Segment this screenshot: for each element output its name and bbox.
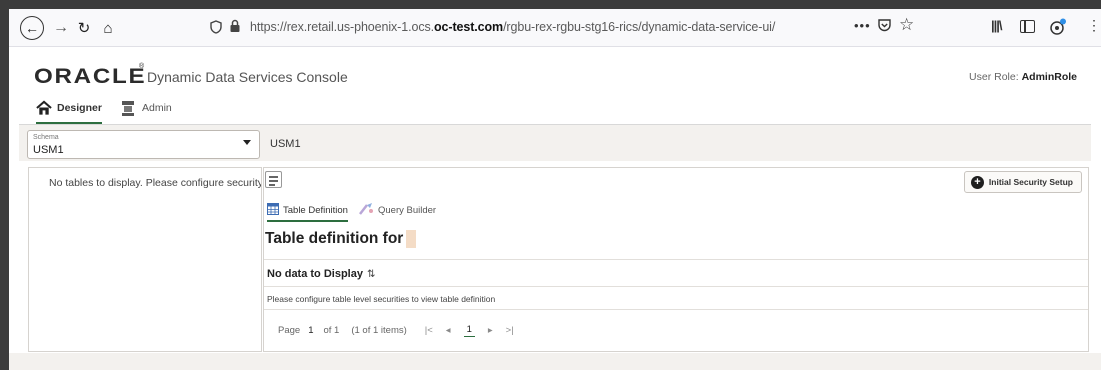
oracle-logo: ORACLE: [34, 65, 147, 88]
initial-security-setup-button[interactable]: + Initial Security Setup: [963, 171, 1082, 193]
reload-icon[interactable]: ↻: [73, 17, 95, 39]
browser-toolbar: ← → ↻ ⌂ https://rex.retail.us-phoenix-1.…: [9, 9, 1101, 47]
plus-circle-icon: +: [970, 175, 984, 189]
tab-designer-label: Designer: [57, 102, 102, 114]
back-arrow-icon[interactable]: ←: [20, 16, 44, 40]
bookmark-star-icon[interactable]: ☆: [899, 15, 914, 35]
pagination: Page 1 of 1 (1 of 1 items) |< ◂ 1 ▸ >|: [278, 324, 527, 337]
tab-query-builder[interactable]: Query Builder: [359, 199, 436, 221]
url-prefix: https://rex.retail.us-phoenix-1.ocs.: [250, 20, 434, 34]
table-name-placeholder: [406, 230, 417, 248]
browser-menu-icon[interactable]: ⋮: [1087, 17, 1101, 34]
grid-header-label[interactable]: No data to Display ⇅: [267, 268, 375, 280]
page-actions-icon[interactable]: •••: [854, 18, 871, 33]
page-label: Page: [278, 325, 301, 336]
previous-page-icon[interactable]: ◂: [446, 325, 451, 336]
tab-table-definition[interactable]: Table Definition: [267, 199, 348, 222]
library-icon[interactable]: |||\: [991, 18, 1002, 33]
extension-icon[interactable]: [1049, 18, 1067, 36]
user-role: User Role: AdminRole: [969, 71, 1077, 83]
no-tables-message: No tables to display. Please configure s…: [49, 177, 262, 189]
tab-table-definition-label: Table Definition: [283, 204, 348, 216]
table-icon: [267, 202, 279, 218]
initial-security-setup-label: Initial Security Setup: [988, 177, 1073, 187]
table-definition-heading: Table definition for: [265, 230, 404, 248]
grid-message: Please configure table level securities …: [267, 294, 496, 304]
forward-arrow-icon[interactable]: →: [50, 17, 72, 39]
no-data-label: No data to Display: [267, 268, 363, 280]
admin-icon: [121, 100, 137, 116]
table-definition-panel: + Initial Security Setup Table Definitio…: [263, 167, 1089, 352]
sort-icon[interactable]: ⇅: [367, 269, 375, 280]
tab-admin-label: Admin: [142, 102, 172, 114]
sidebar-toggle-icon[interactable]: [1020, 20, 1035, 33]
tab-admin[interactable]: Admin: [121, 92, 172, 124]
schema-label: Schema: [33, 134, 59, 141]
page-number-input[interactable]: 1: [308, 325, 313, 336]
registered-mark: ®: [139, 63, 145, 70]
lock-icon[interactable]: [229, 19, 243, 35]
current-page-button[interactable]: 1: [463, 324, 475, 337]
pocket-icon[interactable]: [877, 18, 893, 34]
grid-header: No data to Display ⇅: [264, 259, 1088, 287]
url-domain: oc-test.com: [434, 20, 504, 34]
chevron-down-icon[interactable]: [243, 140, 251, 145]
address-bar[interactable]: https://rex.retail.us-phoenix-1.ocs.oc-t…: [250, 20, 775, 34]
page-count: of 1: [323, 325, 340, 336]
browser-window: ← → ↻ ⌂ https://rex.retail.us-phoenix-1.…: [9, 9, 1101, 370]
schema-value: USM1: [33, 144, 64, 156]
item-count: (1 of 1 items): [351, 325, 407, 336]
shield-icon[interactable]: [209, 19, 223, 35]
page-title: Table definition for: [265, 230, 417, 248]
hamburger-icon[interactable]: [265, 171, 282, 188]
home-icon: [36, 100, 52, 116]
query-builder-icon: [359, 202, 374, 218]
tab-designer[interactable]: Designer: [36, 92, 102, 124]
grid-divider: [264, 309, 1088, 310]
user-role-label: User Role:: [969, 71, 1019, 83]
app-title: Dynamic Data Services Console: [147, 69, 348, 85]
footer-band: [9, 353, 1101, 370]
browser-home-icon[interactable]: ⌂: [97, 17, 119, 39]
user-role-value: AdminRole: [1021, 71, 1077, 83]
tab-query-builder-label: Query Builder: [378, 204, 437, 216]
next-page-icon[interactable]: ▸: [488, 325, 493, 336]
last-page-icon[interactable]: >|: [506, 325, 514, 336]
url-suffix: /rgbu-rex-rgbu-stg16-rics/dynamic-data-s…: [503, 20, 776, 34]
selected-schema-name: USM1: [270, 138, 301, 150]
tables-panel: No tables to display. Please configure s…: [28, 167, 262, 352]
schema-select[interactable]: Schema USM1: [27, 130, 260, 159]
first-page-icon[interactable]: |<: [425, 325, 433, 336]
